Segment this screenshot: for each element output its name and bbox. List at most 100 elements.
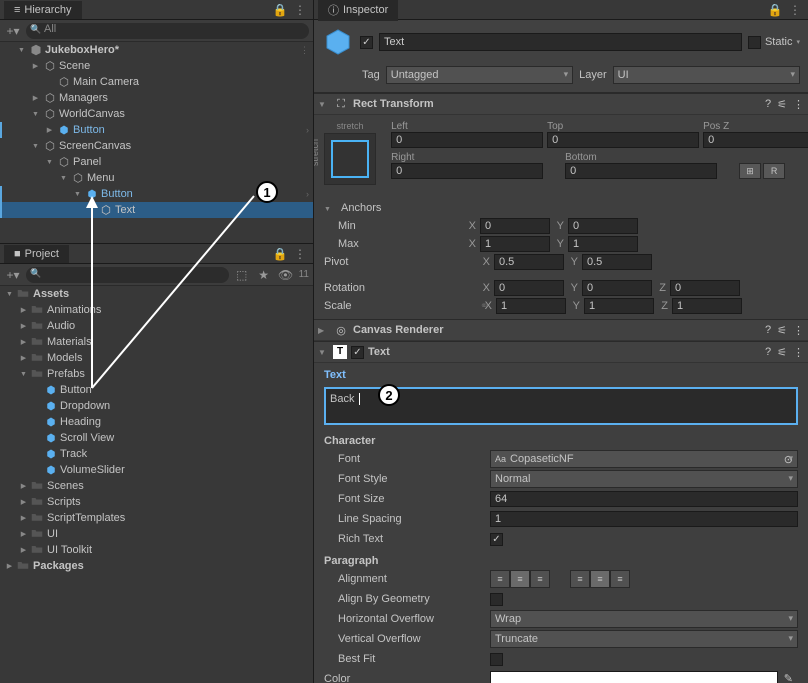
tree-row[interactable]: Button › (0, 122, 313, 138)
pivot-x[interactable] (494, 254, 564, 270)
help-icon[interactable]: ? (765, 324, 771, 337)
expand-icon[interactable] (30, 61, 41, 72)
tree-row[interactable]: Prefabs (0, 366, 313, 382)
context-menu-icon[interactable]: ⋮ (291, 246, 309, 262)
line-spacing-field[interactable] (490, 511, 798, 527)
align-top-button[interactable]: ≡ (570, 570, 590, 588)
tree-row[interactable]: Track (0, 446, 313, 462)
expand-icon[interactable] (18, 497, 29, 508)
expand-icon[interactable] (18, 513, 29, 524)
blueprint-button[interactable]: ⊞ (739, 163, 761, 179)
scale-y[interactable] (584, 298, 654, 314)
expand-icon[interactable] (18, 529, 29, 540)
align-right-button[interactable]: ≡ (530, 570, 550, 588)
tag-dropdown[interactable]: Untagged (386, 66, 573, 84)
expand-icon[interactable] (44, 157, 55, 168)
scale-x[interactable] (496, 298, 566, 314)
hierarchy-search[interactable]: All (26, 23, 309, 39)
tree-row[interactable]: WorldCanvas (0, 106, 313, 122)
favorites-icon[interactable]: ★ (255, 267, 273, 283)
align-bottom-button[interactable]: ≡ (610, 570, 630, 588)
expand-icon[interactable] (30, 93, 41, 104)
tree-row[interactable]: Scene (0, 58, 313, 74)
hierarchy-tab[interactable]: ≡ Hierarchy (4, 1, 82, 19)
tree-row[interactable]: Animations (0, 302, 313, 318)
active-checkbox[interactable] (360, 36, 373, 49)
expand-icon[interactable] (318, 346, 329, 358)
static-checkbox[interactable] (748, 36, 761, 49)
text-enabled-checkbox[interactable] (351, 346, 364, 359)
create-dropdown[interactable]: +▾ (4, 267, 22, 283)
font-style-dropdown[interactable]: Normal (490, 470, 798, 488)
create-dropdown[interactable]: +▾ (4, 23, 22, 39)
anchor-preset-widget[interactable] (324, 133, 376, 185)
expand-icon[interactable] (18, 321, 29, 332)
tree-row[interactable]: ScriptTemplates (0, 510, 313, 526)
tree-row[interactable]: ScreenCanvas (0, 138, 313, 154)
anchor-max-y[interactable] (568, 236, 638, 252)
expand-icon[interactable] (4, 289, 15, 300)
filter-icon[interactable]: ⬚ (233, 267, 251, 283)
help-icon[interactable]: ? (765, 346, 771, 359)
tree-row[interactable]: Assets (0, 286, 313, 302)
tree-row[interactable]: Packages (0, 558, 313, 574)
tree-row[interactable]: Panel (0, 154, 313, 170)
expand-icon[interactable] (4, 561, 15, 572)
layer-dropdown[interactable]: UI (613, 66, 800, 84)
tree-row[interactable]: Main Camera (0, 74, 313, 90)
expand-icon[interactable] (30, 109, 41, 120)
tree-row[interactable]: Scenes (0, 478, 313, 494)
lock-icon[interactable]: 🔒 (766, 2, 784, 18)
align-left-button[interactable]: ≡ (490, 570, 510, 588)
left-field[interactable] (391, 132, 543, 148)
rect-transform-header[interactable]: ⛶ Rect Transform ?⚟⋮ (314, 93, 808, 115)
expand-icon[interactable] (58, 173, 69, 184)
anchor-min-y[interactable] (568, 218, 638, 234)
context-menu-icon[interactable]: ⋮ (291, 2, 309, 18)
rot-y[interactable] (582, 280, 652, 296)
tree-row[interactable]: Scripts (0, 494, 313, 510)
rot-z[interactable] (670, 280, 740, 296)
canvas-renderer-header[interactable]: ▶ ◎ Canvas Renderer ?⚟⋮ (314, 319, 808, 341)
tree-row[interactable]: Scroll View (0, 430, 313, 446)
presets-icon[interactable]: ⚟ (777, 324, 787, 337)
tree-row[interactable]: Models (0, 350, 313, 366)
color-field[interactable] (490, 671, 778, 683)
expand-icon[interactable] (72, 189, 83, 200)
lock-icon[interactable]: 🔒 (271, 2, 289, 18)
rot-x[interactable] (494, 280, 564, 296)
v-overflow-dropdown[interactable]: Truncate (490, 630, 798, 648)
expand-icon[interactable] (18, 369, 29, 380)
project-search[interactable] (26, 267, 229, 283)
align-geometry-checkbox[interactable] (490, 593, 503, 606)
expand-icon[interactable] (16, 45, 27, 56)
menu-icon[interactable]: ⋮ (300, 45, 309, 56)
anchor-min-x[interactable] (480, 218, 550, 234)
menu-icon[interactable]: ⋮ (793, 324, 804, 337)
inspector-tab[interactable]: ⓘ Inspector (318, 0, 398, 21)
expand-icon[interactable] (18, 305, 29, 316)
presets-icon[interactable]: ⚟ (777, 98, 787, 111)
bottom-field[interactable] (565, 163, 717, 179)
open-prefab-icon[interactable]: › (306, 125, 309, 135)
lock-icon[interactable]: 🔒 (271, 246, 289, 262)
tree-row[interactable]: VolumeSlider (0, 462, 313, 478)
tree-row[interactable]: Audio (0, 318, 313, 334)
tree-row[interactable]: UI Toolkit (0, 542, 313, 558)
posz-field[interactable] (703, 132, 808, 148)
align-middle-button[interactable]: ≡ (590, 570, 610, 588)
tree-row[interactable]: UI (0, 526, 313, 542)
text-component-header[interactable]: T Text ?⚟⋮ (314, 341, 808, 363)
expand-icon[interactable] (44, 125, 55, 136)
gameobject-name-field[interactable] (379, 33, 742, 51)
h-overflow-dropdown[interactable]: Wrap (490, 610, 798, 628)
tree-row[interactable]: Materials (0, 334, 313, 350)
presets-icon[interactable]: ⚟ (777, 346, 787, 359)
rich-text-checkbox[interactable] (490, 533, 503, 546)
help-icon[interactable]: ? (765, 98, 771, 111)
right-field[interactable] (391, 163, 543, 179)
expand-icon[interactable] (318, 98, 329, 110)
open-prefab-icon[interactable]: › (306, 189, 309, 199)
menu-icon[interactable]: ⋮ (793, 98, 804, 111)
pivot-y[interactable] (582, 254, 652, 270)
